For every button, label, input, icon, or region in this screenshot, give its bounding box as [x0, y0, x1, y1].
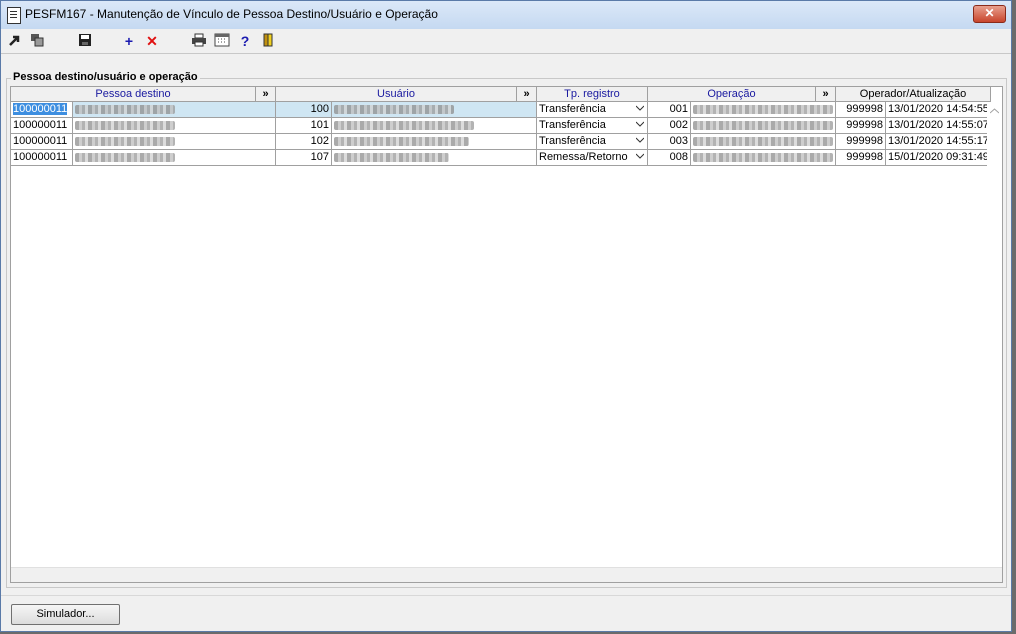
header-operador-atualizacao[interactable]: Operador/Atualização: [836, 87, 991, 102]
tp-registro-select[interactable]: Transferência: [537, 102, 648, 118]
atualizacao-cell[interactable]: 13/01/2020 14:54:55: [886, 102, 991, 118]
redacted-name: [334, 120, 474, 130]
operacao-code-cell[interactable]: 002: [648, 118, 691, 134]
close-button[interactable]: ✕: [973, 5, 1006, 23]
expand-operacao-button[interactable]: »: [816, 87, 836, 102]
main-window: PESFM167 - Manutenção de Vínculo de Pess…: [0, 0, 1012, 632]
tp-registro-select[interactable]: Remessa/Retorno: [537, 150, 648, 166]
tp-registro-value: Remessa/Retorno: [539, 151, 628, 163]
operacao-name-cell[interactable]: [691, 118, 836, 134]
pessoa-code-cell[interactable]: 100000011: [11, 150, 73, 166]
operacao-name-cell[interactable]: [691, 102, 836, 118]
document-icon: [7, 7, 21, 24]
operador-cell[interactable]: 999998: [836, 150, 886, 166]
atualizacao-cell[interactable]: 13/01/2020 14:55:17: [886, 134, 991, 150]
atualizacao-cell[interactable]: 13/01/2020 14:55:07: [886, 118, 991, 134]
operacao-code-cell[interactable]: 003: [648, 134, 691, 150]
redacted-name: [693, 152, 833, 162]
door-icon[interactable]: [260, 33, 276, 49]
delete-icon[interactable]: ✕: [144, 33, 160, 49]
usuario-name-cell[interactable]: [332, 118, 537, 134]
pessoa-code-cell[interactable]: 100000011: [11, 134, 73, 150]
vinculo-grid[interactable]: Pessoa destino » Usuário » Tp. registro …: [10, 86, 1003, 583]
title-bar: PESFM167 - Manutenção de Vínculo de Pess…: [1, 1, 1011, 30]
divider: [1, 595, 1011, 596]
help-icon[interactable]: ?: [237, 33, 253, 49]
redacted-name: [334, 136, 469, 146]
print-icon[interactable]: [191, 33, 207, 49]
operacao-code-cell[interactable]: 008: [648, 150, 691, 166]
save-icon[interactable]: [77, 33, 93, 49]
pessoa-name-cell[interactable]: [73, 134, 276, 150]
tp-registro-value: Transferência: [539, 103, 606, 115]
operador-cell[interactable]: 999998: [836, 118, 886, 134]
operacao-code-cell[interactable]: 001: [648, 102, 691, 118]
chevron-down-icon[interactable]: [636, 121, 644, 127]
redacted-name: [334, 152, 449, 162]
header-tp-registro[interactable]: Tp. registro: [537, 87, 648, 102]
operacao-name-cell[interactable]: [691, 134, 836, 150]
tp-registro-value: Transferência: [539, 119, 606, 131]
tp-registro-select[interactable]: Transferência: [537, 118, 648, 134]
redacted-name: [693, 104, 833, 114]
usuario-code-cell[interactable]: 107: [276, 150, 332, 166]
chevron-down-icon[interactable]: [636, 153, 644, 159]
redacted-name: [75, 104, 175, 114]
redacted-name: [75, 136, 175, 146]
group-label: Pessoa destino/usuário e operação: [11, 71, 200, 83]
pessoa-code-cell[interactable]: 100000011: [11, 102, 73, 118]
pessoa-name-cell[interactable]: [73, 150, 276, 166]
chevron-down-icon[interactable]: [636, 137, 644, 143]
chevron-down-icon[interactable]: [636, 105, 644, 111]
pessoa-code-cell[interactable]: 100000011: [11, 118, 73, 134]
header-pessoa-destino[interactable]: Pessoa destino: [11, 87, 256, 102]
tp-registro-value: Transferência: [539, 135, 606, 147]
expand-usuario-button[interactable]: »: [517, 87, 537, 102]
atualizacao-cell[interactable]: 15/01/2020 09:31:49: [886, 150, 991, 166]
simulador-button[interactable]: Simulador...: [11, 604, 120, 625]
vertical-scrollbar[interactable]: [987, 102, 1002, 582]
pessoa-name-cell[interactable]: [73, 102, 276, 118]
redacted-name: [334, 104, 454, 114]
operador-cell[interactable]: 999998: [836, 102, 886, 118]
operador-cell[interactable]: 999998: [836, 134, 886, 150]
tp-registro-select[interactable]: Transferência: [537, 134, 648, 150]
usuario-code-cell[interactable]: 100: [276, 102, 332, 118]
usuario-name-cell[interactable]: [332, 150, 537, 166]
chevron-up-icon[interactable]: [990, 108, 999, 114]
window-title: PESFM167 - Manutenção de Vínculo de Pess…: [25, 7, 438, 21]
horizontal-scrollbar[interactable]: [11, 567, 1002, 582]
calendar-icon[interactable]: [214, 33, 230, 49]
redacted-name: [75, 120, 175, 130]
redacted-name: [75, 152, 175, 162]
redacted-name: [693, 136, 833, 146]
redacted-name: [693, 120, 833, 130]
toolbar: + ✕ ?: [1, 29, 1011, 54]
add-icon[interactable]: +: [121, 33, 137, 49]
exit-icon[interactable]: [7, 33, 23, 49]
usuario-name-cell[interactable]: [332, 102, 537, 118]
expand-pessoa-button[interactable]: »: [256, 87, 276, 102]
header-usuario[interactable]: Usuário: [276, 87, 517, 102]
pessoa-code: 100000011: [13, 103, 68, 115]
pessoa-name-cell[interactable]: [73, 118, 276, 134]
window-icon[interactable]: [29, 33, 45, 49]
usuario-code-cell[interactable]: 101: [276, 118, 332, 134]
operacao-name-cell[interactable]: [691, 150, 836, 166]
usuario-code-cell[interactable]: 102: [276, 134, 332, 150]
header-operacao[interactable]: Operação: [648, 87, 816, 102]
usuario-name-cell[interactable]: [332, 134, 537, 150]
